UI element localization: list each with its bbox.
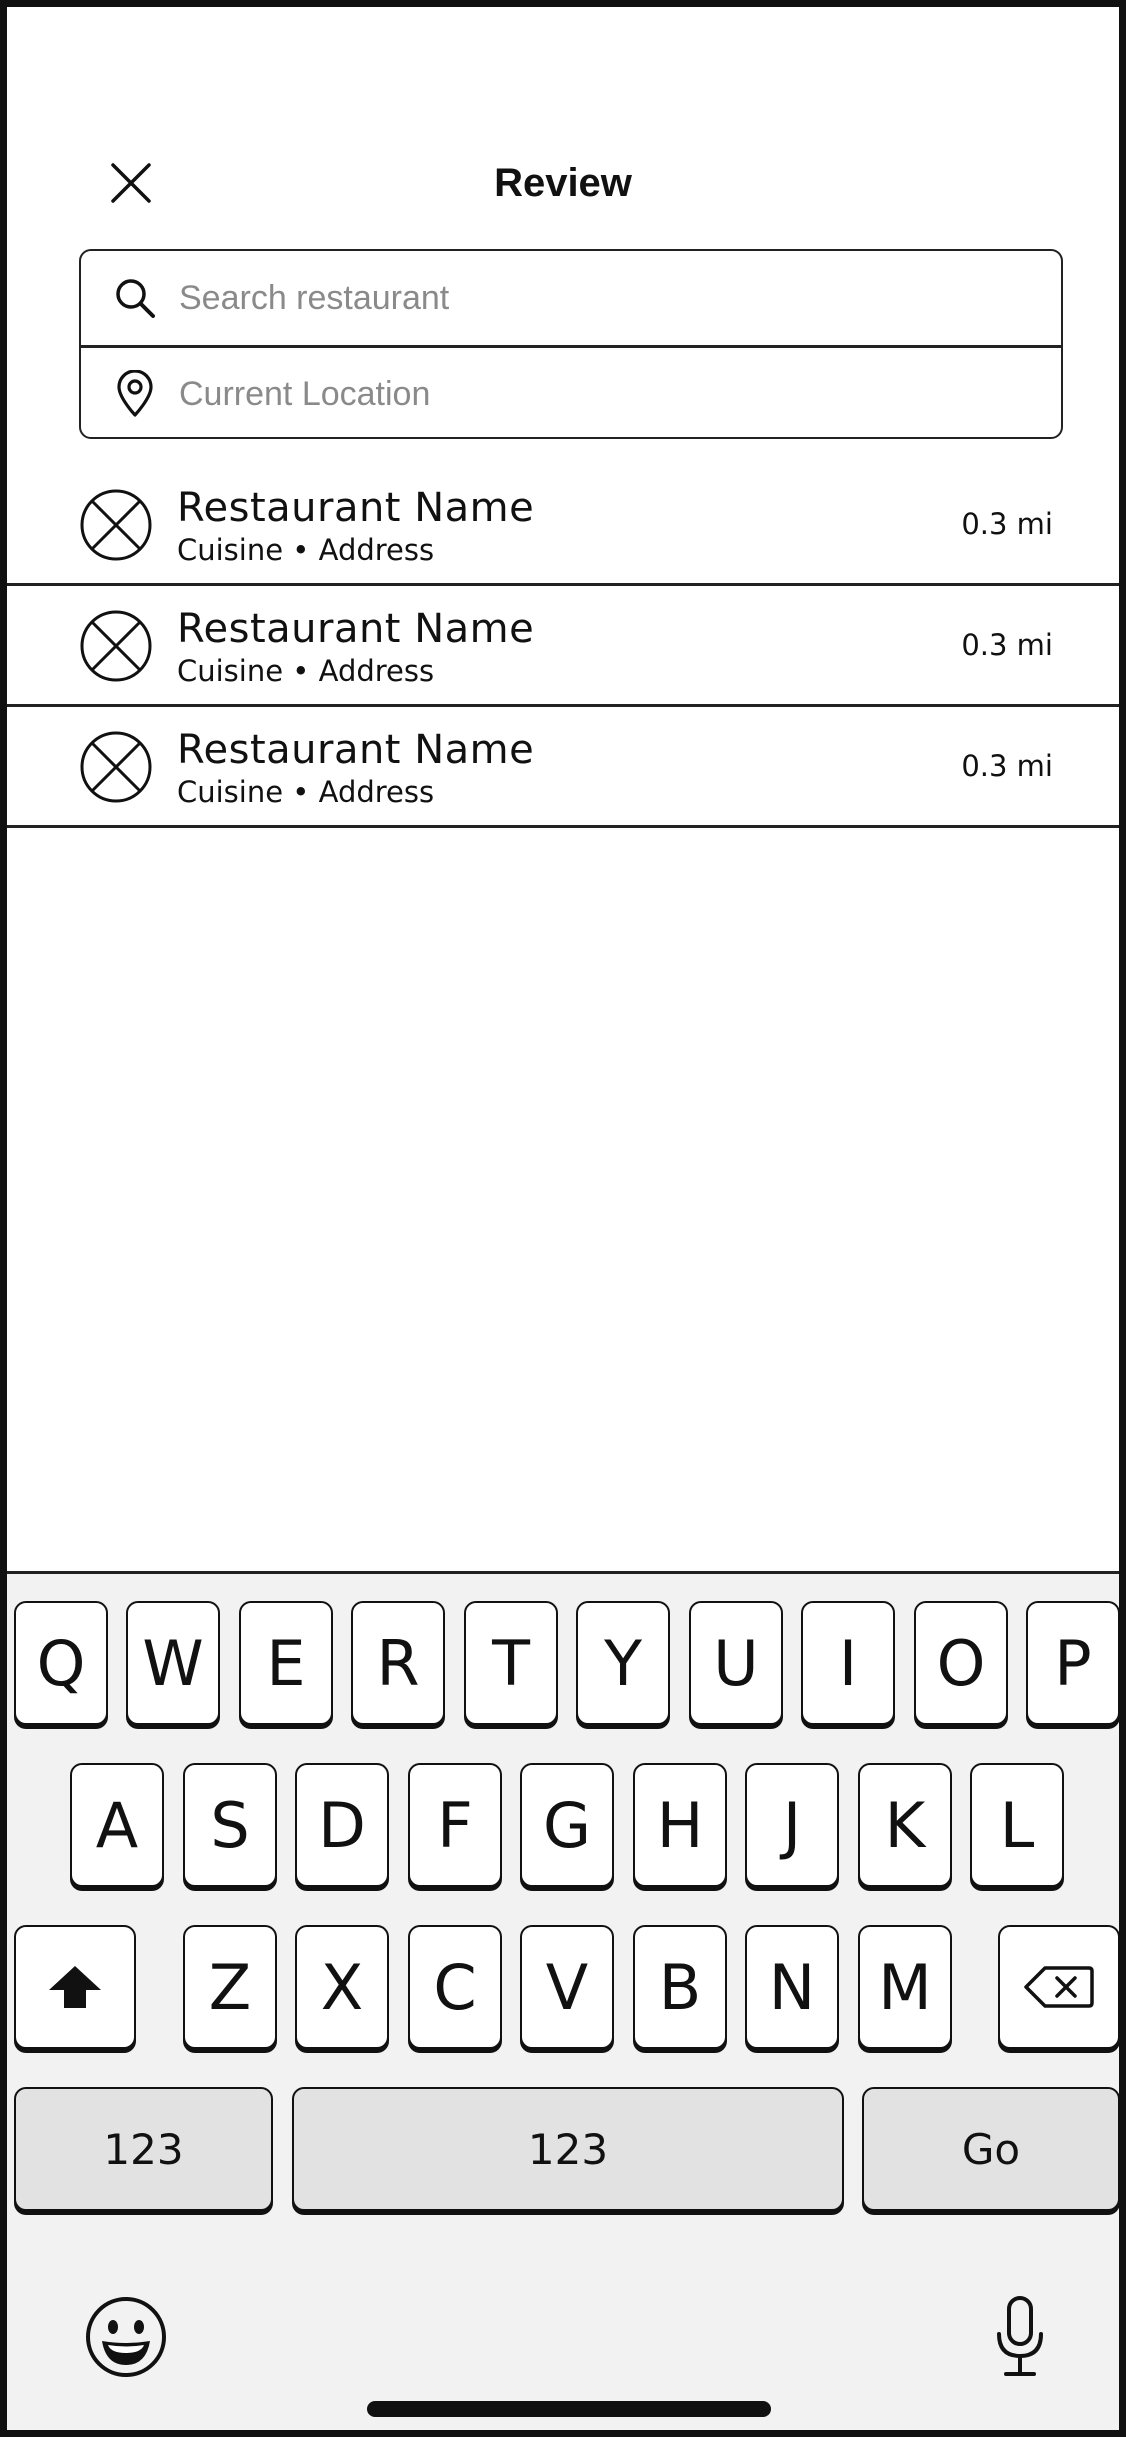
emoji-button[interactable]: [81, 2292, 171, 2382]
key-i[interactable]: I: [801, 1601, 895, 1725]
restaurant-name: Restaurant Name: [177, 606, 535, 652]
restaurant-distance: 0.3 mi: [961, 749, 1053, 783]
page-title: Review: [494, 161, 632, 205]
restaurant-name: Restaurant Name: [177, 727, 535, 773]
key-x[interactable]: X: [295, 1925, 389, 2049]
go-key[interactable]: Go: [862, 2087, 1119, 2211]
keyboard: Q W E R T Y U I O P A S D F G H J K L Z …: [7, 1571, 1119, 2430]
shift-icon: [49, 1966, 101, 2008]
numbers-key[interactable]: 123: [14, 2087, 273, 2211]
key-j[interactable]: J: [745, 1763, 839, 1887]
image-placeholder-icon: [80, 489, 152, 561]
emoji-icon: [86, 2297, 166, 2377]
key-w[interactable]: W: [126, 1601, 220, 1725]
restaurant-distance: 0.3 mi: [961, 628, 1053, 662]
header: Review: [7, 147, 1119, 219]
microphone-button[interactable]: [985, 2290, 1055, 2384]
key-m[interactable]: M: [858, 1925, 952, 2049]
restaurant-search-input[interactable]: [179, 278, 979, 318]
key-p[interactable]: P: [1026, 1601, 1119, 1725]
restaurant-details: Cuisine • Address: [177, 775, 435, 809]
search-icon: [111, 274, 159, 322]
key-g[interactable]: G: [520, 1763, 614, 1887]
key-n[interactable]: N: [745, 1925, 839, 2049]
key-c[interactable]: C: [408, 1925, 502, 2049]
shift-key[interactable]: [14, 1925, 136, 2049]
location-input[interactable]: [179, 374, 979, 414]
phone-screen: Review Search restaurant Current Locatio…: [0, 0, 1126, 2437]
key-r[interactable]: R: [351, 1601, 445, 1725]
key-z[interactable]: Z: [183, 1925, 277, 2049]
key-s[interactable]: S: [183, 1763, 277, 1887]
restaurant-details: Cuisine • Address: [177, 533, 435, 567]
restaurant-name: Restaurant Name: [177, 485, 535, 531]
key-v[interactable]: V: [520, 1925, 614, 2049]
image-placeholder-icon: [80, 610, 152, 682]
key-k[interactable]: K: [858, 1763, 952, 1887]
key-l[interactable]: L: [970, 1763, 1064, 1887]
space-key[interactable]: 123: [292, 2087, 844, 2211]
key-e[interactable]: E: [239, 1601, 333, 1725]
home-indicator[interactable]: [367, 2401, 771, 2417]
results-list: Restaurant Name Cuisine • Address 0.3 mi…: [7, 465, 1119, 828]
key-y[interactable]: Y: [576, 1601, 670, 1725]
key-t[interactable]: T: [464, 1601, 558, 1725]
map-pin-icon: [111, 370, 159, 418]
image-placeholder-icon: [80, 731, 152, 803]
key-b[interactable]: B: [633, 1925, 727, 2049]
restaurant-search-row: [81, 251, 1061, 345]
microphone-icon: [997, 2296, 1043, 2376]
restaurant-distance: 0.3 mi: [961, 507, 1053, 541]
list-item[interactable]: Restaurant Name Cuisine • Address 0.3 mi: [7, 586, 1119, 707]
key-d[interactable]: D: [295, 1763, 389, 1887]
backspace-key[interactable]: [998, 1925, 1119, 2049]
search-panel: [79, 249, 1063, 439]
backspace-icon: [1024, 1966, 1094, 2008]
key-u[interactable]: U: [689, 1601, 783, 1725]
key-a[interactable]: A: [70, 1763, 164, 1887]
key-h[interactable]: H: [633, 1763, 727, 1887]
restaurant-details: Cuisine • Address: [177, 654, 435, 688]
key-f[interactable]: F: [408, 1763, 502, 1887]
location-search-row: [81, 345, 1061, 437]
list-item[interactable]: Restaurant Name Cuisine • Address 0.3 mi: [7, 465, 1119, 586]
key-o[interactable]: O: [914, 1601, 1008, 1725]
key-q[interactable]: Q: [14, 1601, 108, 1725]
list-item[interactable]: Restaurant Name Cuisine • Address 0.3 mi: [7, 707, 1119, 828]
